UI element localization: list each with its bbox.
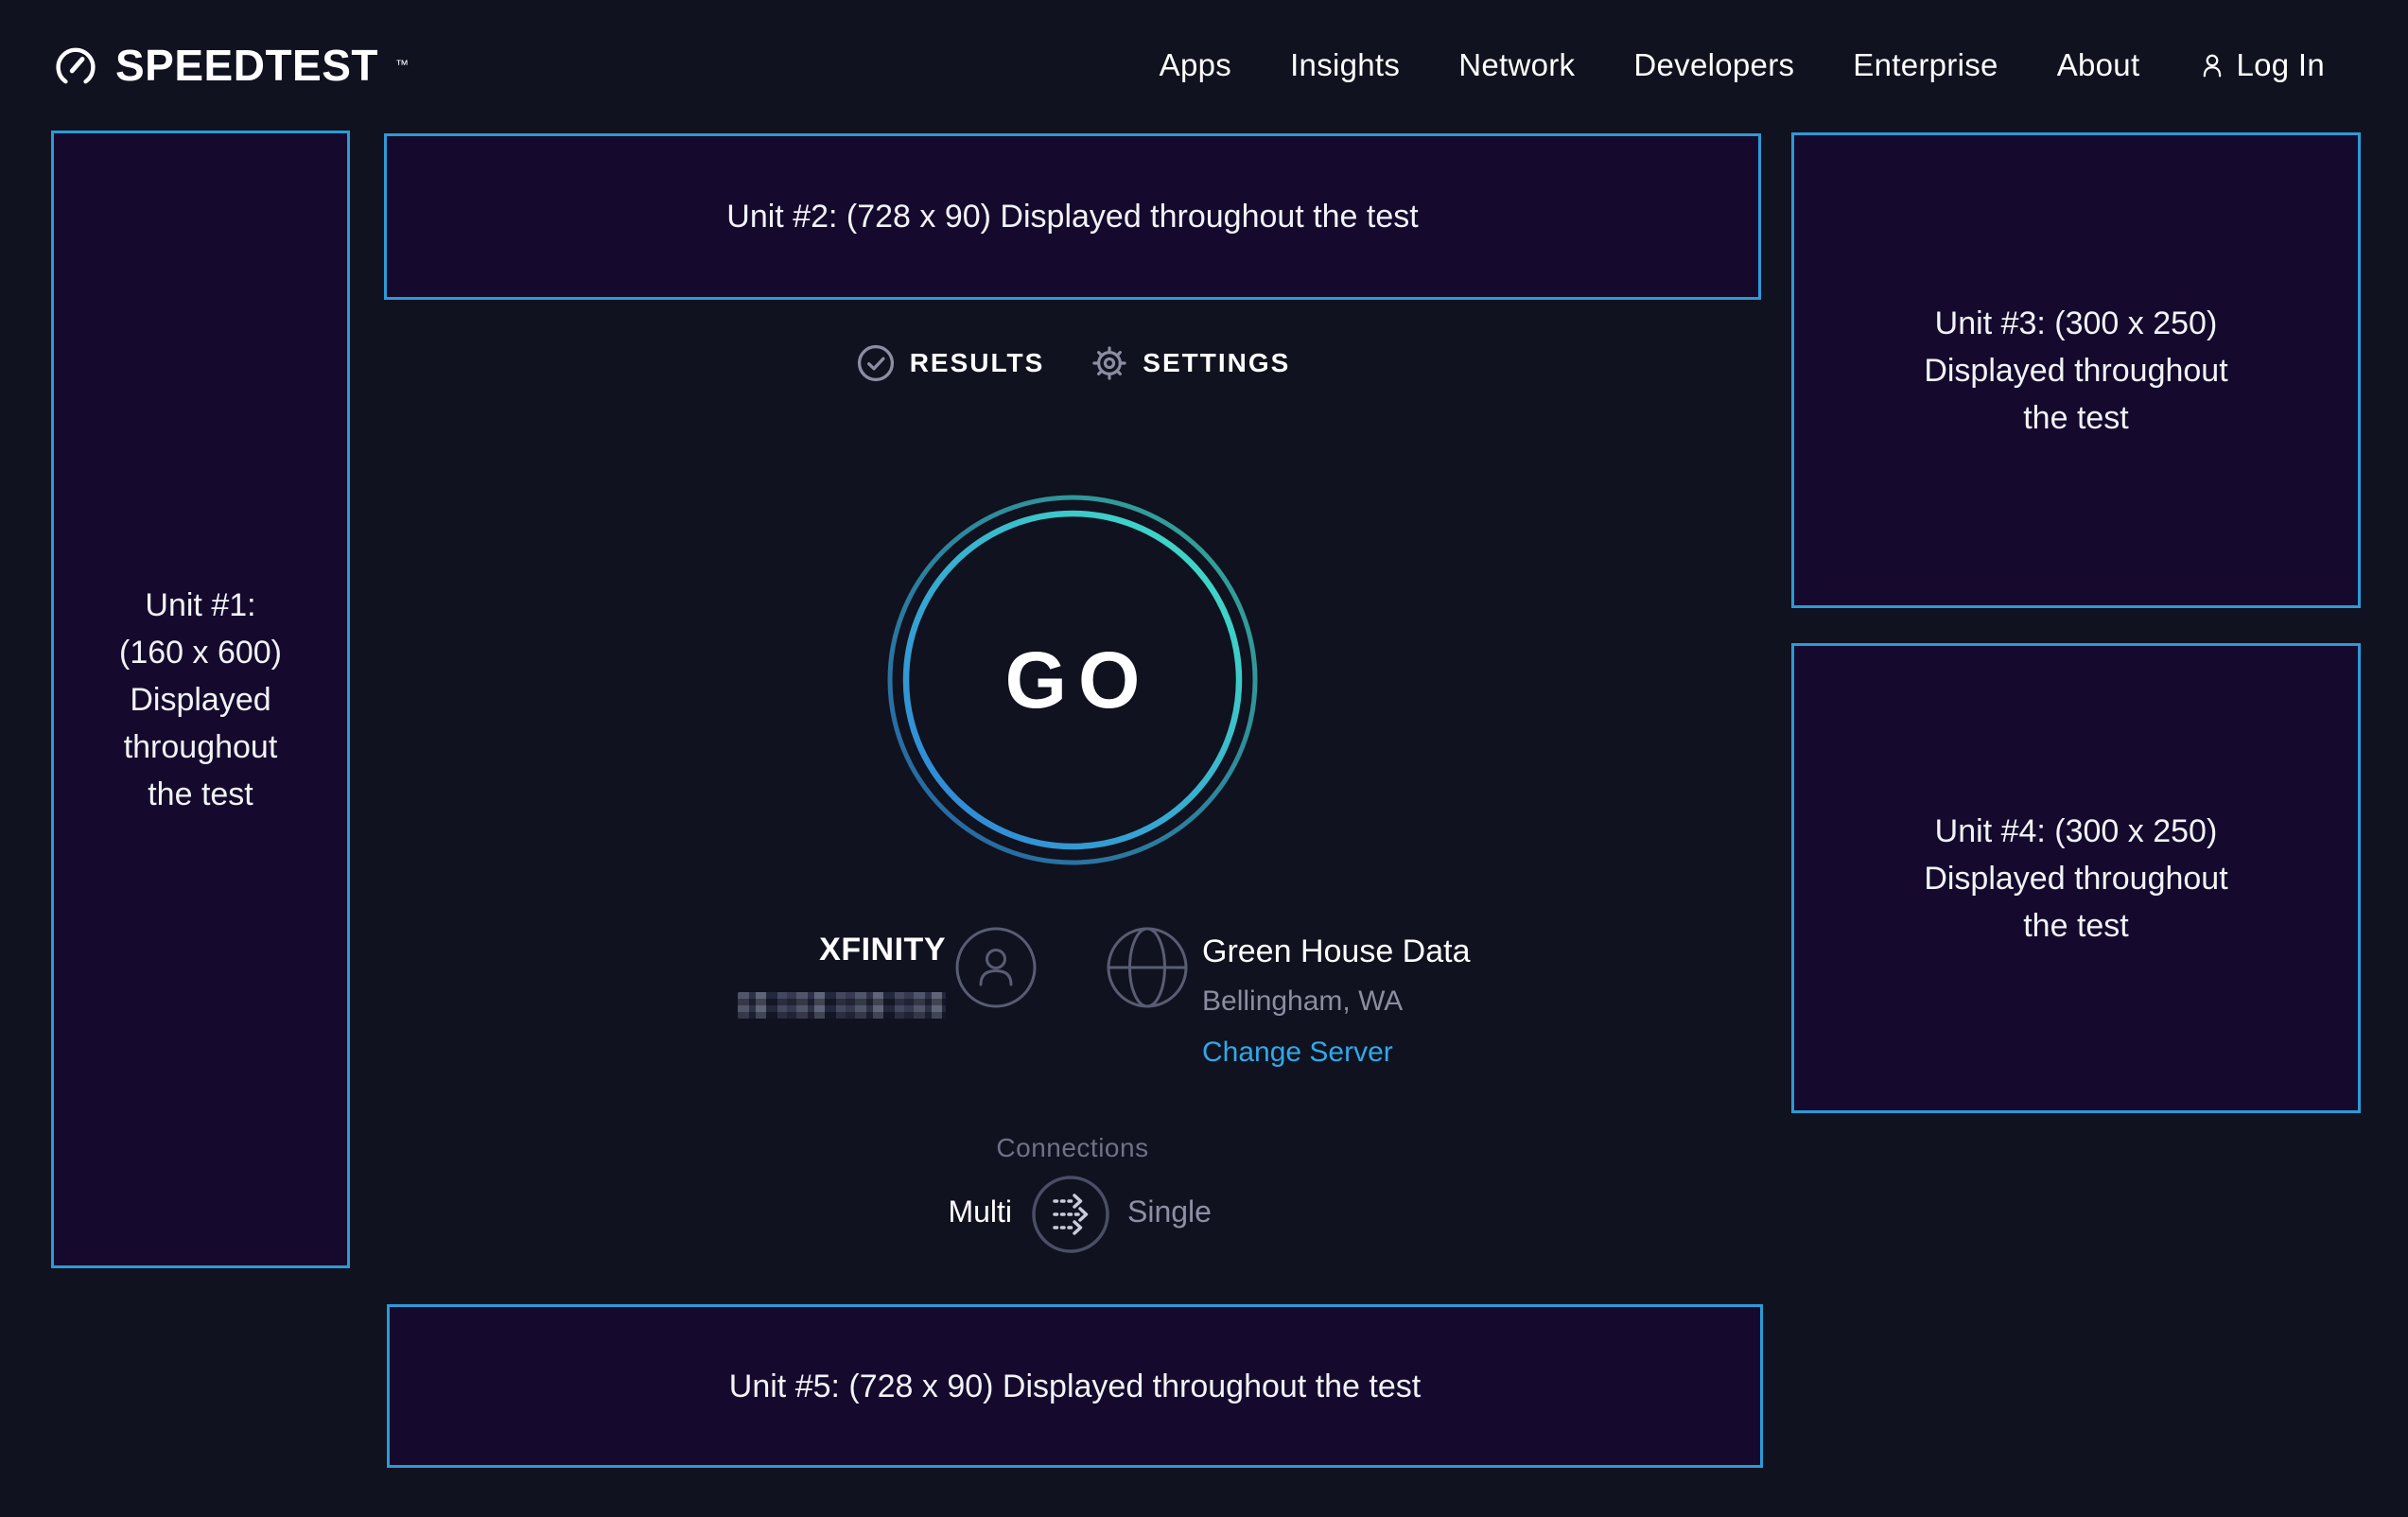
view-tabs: RESULTS SETTINGS xyxy=(384,333,1761,393)
nav-item-insights[interactable]: Insights xyxy=(1290,47,1400,83)
ad-unit-2: Unit #2: (728 x 90) Displayed throughout… xyxy=(384,133,1761,300)
server-name: Green House Data xyxy=(1202,933,1471,970)
connections-single-option[interactable]: Single xyxy=(1127,1194,1212,1229)
ad-unit-3: Unit #3: (300 x 250) Displayed throughou… xyxy=(1791,132,2361,608)
connections-label: Connections xyxy=(384,1133,1761,1163)
tab-results[interactable]: RESULTS xyxy=(855,342,1045,384)
connections-toggle-icon[interactable] xyxy=(1031,1175,1110,1259)
isp-name: XFINITY xyxy=(605,932,946,968)
redacted-ip-address xyxy=(738,992,946,1019)
nav-login-label: Log In xyxy=(2236,47,2325,83)
speedtest-logo[interactable]: SPEEDTEST ™ xyxy=(51,40,409,91)
tab-settings[interactable]: SETTINGS xyxy=(1090,343,1290,383)
check-circle-icon xyxy=(855,342,897,384)
connections-multi-option[interactable]: Multi xyxy=(747,1194,1012,1229)
nav-item-enterprise[interactable]: Enterprise xyxy=(1853,47,1998,83)
main-nav: Apps Insights Network Developers Enterpr… xyxy=(1160,47,2325,83)
ad-unit-4: Unit #4: (300 x 250) Displayed throughou… xyxy=(1791,643,2361,1113)
nav-item-about[interactable]: About xyxy=(2057,47,2140,83)
isp-user-circle-icon xyxy=(954,926,1038,1014)
ad-unit-3-text: Unit #3: (300 x 250) Displayed throughou… xyxy=(1924,300,2227,442)
ad-unit-2-text: Unit #2: (728 x 90) Displayed throughout… xyxy=(726,193,1418,240)
ad-unit-5: Unit #5: (728 x 90) Displayed throughout… xyxy=(387,1304,1763,1468)
server-location: Bellingham, WA xyxy=(1202,985,1403,1018)
ad-unit-1-text: Unit #1: (160 x 600) Displayed throughou… xyxy=(119,582,282,818)
user-icon xyxy=(2198,51,2226,79)
nav-item-network[interactable]: Network xyxy=(1458,47,1575,83)
go-button-label: GO xyxy=(885,493,1260,867)
nav-login[interactable]: Log In xyxy=(2198,47,2325,83)
gear-icon xyxy=(1090,343,1129,383)
tab-settings-label: SETTINGS xyxy=(1143,348,1290,378)
speedometer-icon xyxy=(51,41,100,90)
ad-unit-1: Unit #1: (160 x 600) Displayed throughou… xyxy=(51,131,350,1268)
change-server-link[interactable]: Change Server xyxy=(1202,1037,1393,1069)
top-nav-bar: SPEEDTEST ™ Apps Insights Network Develo… xyxy=(0,0,2408,131)
speedtest-page: SPEEDTEST ™ Apps Insights Network Develo… xyxy=(0,0,2408,1517)
go-button[interactable]: GO xyxy=(885,493,1260,867)
ad-unit-4-text: Unit #4: (300 x 250) Displayed throughou… xyxy=(1924,808,2227,950)
tab-results-label: RESULTS xyxy=(910,348,1045,378)
ad-unit-5-text: Unit #5: (728 x 90) Displayed throughout… xyxy=(729,1363,1421,1410)
server-globe-icon xyxy=(1106,926,1189,1014)
brand-name: SPEEDTEST xyxy=(115,40,378,91)
brand-trademark: ™ xyxy=(395,57,409,72)
nav-item-developers[interactable]: Developers xyxy=(1633,47,1794,83)
nav-item-apps[interactable]: Apps xyxy=(1160,47,1231,83)
